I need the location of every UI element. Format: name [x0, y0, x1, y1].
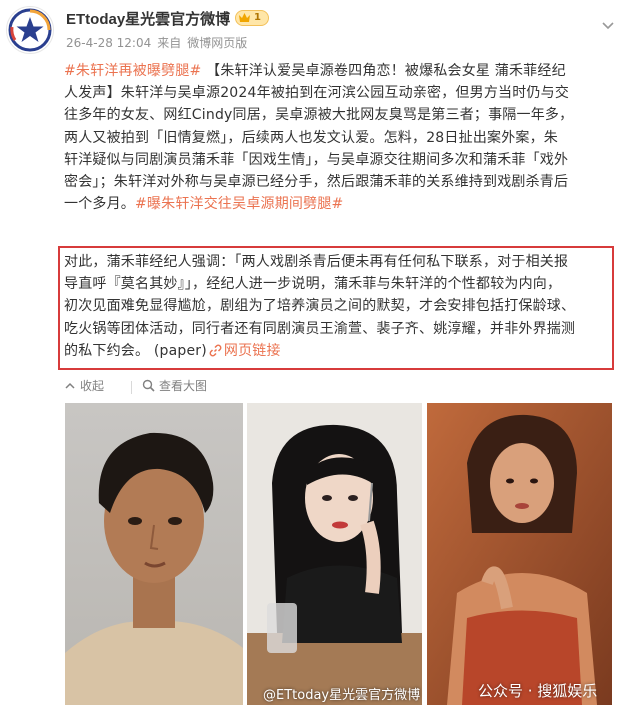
text-line: 初次见面难免显得尴尬，剧组为了培养演员之间的默契，才会安排包括打保龄球、 — [64, 298, 576, 315]
post-meta: 26-4-28 12:04 来自 微博网页版 — [66, 34, 253, 51]
wechat-watermark: 公众号 · 搜狐娱乐 — [478, 682, 598, 700]
web-link-label: 网页链接 — [223, 342, 281, 359]
portrait-image — [247, 403, 422, 705]
crown-icon — [239, 13, 250, 22]
vip-level: 1 — [254, 12, 261, 23]
view-large-button[interactable]: 查看大图 — [142, 377, 207, 394]
collapse-icon — [65, 382, 75, 389]
author-name[interactable]: ETtoday星光雲官方微博 — [66, 8, 230, 29]
hashtag-link[interactable]: #曝朱轩洋交往吴卓源期间劈腿# — [135, 196, 343, 212]
star-logo-icon — [8, 8, 52, 52]
text-line: 密会」；朱轩洋对外称与吴卓源已经分手，然后跟蒲禾菲的关系维持到戏剧杀青后 — [64, 174, 569, 191]
hashtag-link[interactable]: #朱轩洋再被曝劈腿# — [64, 63, 201, 79]
text-line: 的私下约会。 (paper) — [64, 342, 207, 359]
web-link[interactable]: 网页链接 — [207, 343, 281, 359]
text-line: 【朱轩洋认爱吴卓源卷四角恋！被爆私会女星 蒲禾菲经纪 — [206, 63, 566, 79]
text-line: 人发声】朱轩洋与吴卓源2024年被拍到在河滨公园互动亲密，但男方当时仍与交 — [64, 85, 570, 102]
text-line: 轩洋疑似与同剧演员蒲禾菲「因戏生情」，与吴卓源交往期间多次和蒲禾菲「戏外 — [64, 151, 569, 168]
text-line: 一个多月。 — [64, 196, 135, 213]
source-prefix: 来自 — [157, 36, 182, 50]
post-source[interactable]: 微博网页版 — [187, 36, 247, 50]
photo-2[interactable] — [247, 403, 422, 705]
action-divider — [131, 381, 132, 394]
photo-3[interactable] — [427, 403, 612, 705]
text-line: 吃火锅等团体活动，同行者还有同剧演员王渝萱、裴子齐、姚淳耀，并非外界揣测 — [64, 320, 576, 337]
chevron-down-icon[interactable] — [602, 22, 614, 30]
vip-badge[interactable]: 1 — [235, 10, 269, 26]
view-large-label: 查看大图 — [159, 379, 208, 393]
quote-text: 对此，蒲禾菲经纪人强调：「两人戏剧杀青后便未再有任何私下联系，对于相关报 导直呼… — [64, 251, 609, 362]
avatar[interactable] — [6, 6, 54, 54]
text-line: 两人又被拍到「旧情复燃」，后续两人也发文认爱。怎料，28日扯出案外案，朱 — [64, 129, 559, 146]
text-line: 往多年的女友、网红Cindy同居，吴卓源被大批网友臭骂是第三者；事隔一年多， — [64, 107, 574, 124]
collapse-label: 收起 — [80, 379, 105, 393]
magnify-icon — [142, 379, 155, 392]
photo-1[interactable] — [65, 403, 243, 705]
weibo-watermark: @ETtoday星光雲官方微博 — [263, 688, 421, 703]
post-header: ETtoday星光雲官方微博 1 26-4-28 12:04 来自 微博网页版 — [0, 0, 623, 58]
text-line: 导直呼『莫名其妙』」，经纪人进一步说明，蒲禾菲与朱轩洋的个性都较为内向， — [64, 276, 562, 293]
post-date[interactable]: 26-4-28 12:04 — [66, 36, 151, 50]
post-text: #朱轩洋再被曝劈腿# 【朱轩洋认爱吴卓源卷四角恋！被爆私会女星 蒲禾菲经纪 人发… — [64, 60, 609, 215]
link-icon — [209, 344, 222, 357]
collapse-button[interactable]: 收起 — [64, 377, 104, 394]
portrait-image — [427, 403, 612, 705]
portrait-image — [65, 403, 243, 705]
text-line: 对此，蒲禾菲经纪人强调：「两人戏剧杀青后便未再有任何私下联系，对于相关报 — [64, 254, 569, 270]
